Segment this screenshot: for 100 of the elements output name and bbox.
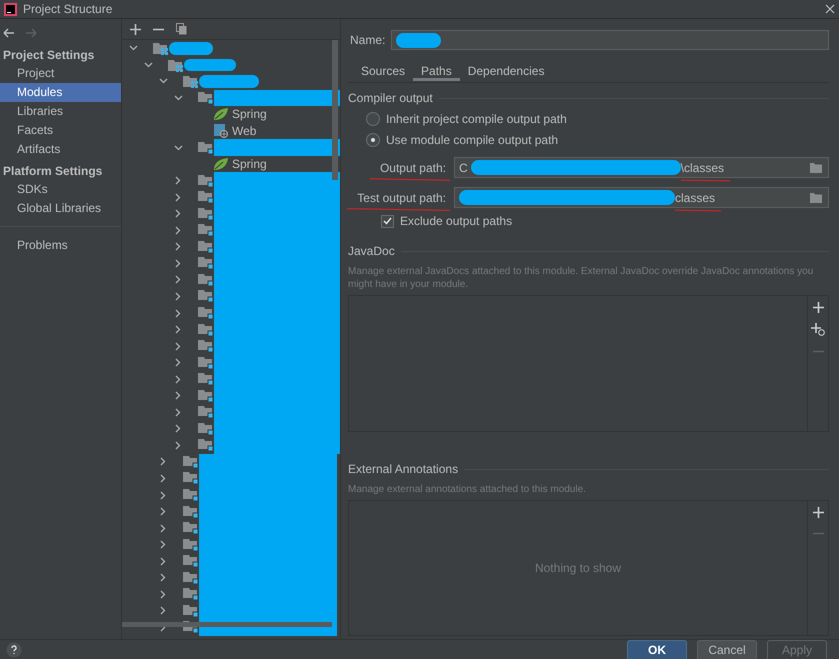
add-icon[interactable] [812,302,824,313]
expand-chevron-icon[interactable] [175,440,181,450]
dialog-button[interactable]: Cancel [697,640,757,659]
module-folder-icon [198,388,214,403]
tab[interactable]: Paths [413,62,460,81]
leaf-icon [213,107,229,122]
sidebar-item[interactable]: Project [0,64,121,83]
expand-chevron-icon[interactable] [160,524,166,533]
module-folder-icon [198,438,214,452]
section-description: Manage external JavaDocs attached to this module. External JavaDoc override JavaDoc annotations you might have in your module. [348,265,814,291]
sidebar-item[interactable]: Artifacts [0,140,121,159]
tree-item-label[interactable]: Spring [232,157,267,172]
expand-chevron-icon[interactable] [175,325,181,334]
back-arrow-icon[interactable] [3,28,15,38]
expand-chevron-icon[interactable] [160,556,166,566]
expand-chevron-icon[interactable] [175,192,181,202]
module-folder-icon [183,554,199,568]
window-title: Project Structure [23,2,114,16]
tree-item-label[interactable]: Web [232,124,256,138]
expand-chevron-icon[interactable] [175,209,181,218]
module-group-icon [153,41,169,56]
expand-chevron-icon[interactable] [160,507,166,516]
module-folder-icon [198,356,214,370]
empty-message: Nothing to show [534,561,622,575]
expand-chevron-icon[interactable] [175,226,181,235]
sidebar-item[interactable]: SDKs [0,180,121,199]
collapse-chevron-icon[interactable] [174,94,182,101]
folder-icon[interactable] [810,162,822,172]
module-folder-icon [198,405,214,420]
expand-chevron-icon[interactable] [175,176,181,186]
module-folder-icon [198,206,214,221]
collapse-chevron-icon[interactable] [128,45,138,52]
expand-chevron-icon[interactable] [175,374,181,384]
module-group-icon [183,74,199,88]
expand-chevron-icon[interactable] [175,292,181,301]
expand-chevron-icon[interactable] [175,242,181,252]
add-link-icon[interactable] [811,323,825,336]
add-icon[interactable] [812,507,824,518]
expand-chevron-icon[interactable] [160,457,166,466]
expand-chevron-icon[interactable] [175,258,181,268]
module-folder-icon [198,272,214,287]
web-page-icon [213,124,229,138]
section-heading: Project Settings [2,47,96,64]
expand-chevron-icon[interactable] [175,391,181,400]
tab[interactable]: Sources [353,62,414,81]
collapse-chevron-icon[interactable] [144,62,152,68]
checkbox[interactable] [381,214,394,228]
field-label: Output path: [380,160,446,174]
collapse-chevron-icon[interactable] [174,144,182,151]
module-folder-icon [198,339,214,354]
section-heading: Compiler output [348,91,433,105]
module-folder-icon [198,306,214,320]
collapse-chevron-icon[interactable] [158,78,168,84]
sidebar-item[interactable]: Problems [0,236,121,255]
expand-chevron-icon[interactable] [160,606,166,616]
module-folder-icon [183,471,199,486]
module-folder-icon [198,223,214,238]
radio-button[interactable] [366,132,380,146]
expand-chevron-icon[interactable] [160,474,166,483]
expand-chevron-icon[interactable] [175,342,181,351]
module-folder-icon [183,454,199,469]
sidebar-item[interactable]: Facets [0,121,121,140]
section-heading: JavaDoc [348,244,395,258]
name-field[interactable] [391,30,829,50]
dialog-button[interactable]: OK [627,640,687,659]
module-folder-icon [198,140,214,155]
tab[interactable]: Dependencies [460,62,552,81]
module-folder-icon [198,322,214,337]
radio-button[interactable] [366,112,380,126]
sidebar-item[interactable]: Modules [0,83,121,102]
module-folder-icon [183,570,199,585]
folder-icon[interactable] [810,192,822,202]
module-folder-icon [198,90,214,105]
module-folder-icon [183,521,199,536]
tree-item-label[interactable]: Spring [232,107,267,122]
sidebar-item[interactable]: Global Libraries [0,199,121,218]
annotation-underline [675,209,722,211]
module-folder-icon [183,587,199,602]
close-icon[interactable] [825,4,835,14]
expand-chevron-icon[interactable] [160,590,166,599]
expand-chevron-icon[interactable] [160,573,166,582]
module-folder-icon [198,174,214,188]
app-logo-icon [4,2,17,16]
expand-chevron-icon[interactable] [175,424,181,434]
module-folder-icon [198,256,214,270]
add-icon[interactable] [130,24,141,34]
expand-chevron-icon[interactable] [175,308,181,318]
expand-chevron-icon[interactable] [160,540,166,550]
expand-chevron-icon[interactable] [175,408,181,417]
module-folder-icon [198,372,214,386]
field-label: Name: [350,33,386,47]
copy-icon[interactable] [176,23,187,35]
leaf-icon [213,157,229,172]
sidebar-item[interactable]: Libraries [0,102,121,121]
expand-chevron-icon[interactable] [160,490,166,500]
help-icon[interactable] [6,642,22,658]
expand-chevron-icon[interactable] [175,275,181,284]
expand-chevron-icon[interactable] [175,358,181,368]
module-folder-icon [198,190,214,204]
section-heading: External Annotations [348,462,458,476]
